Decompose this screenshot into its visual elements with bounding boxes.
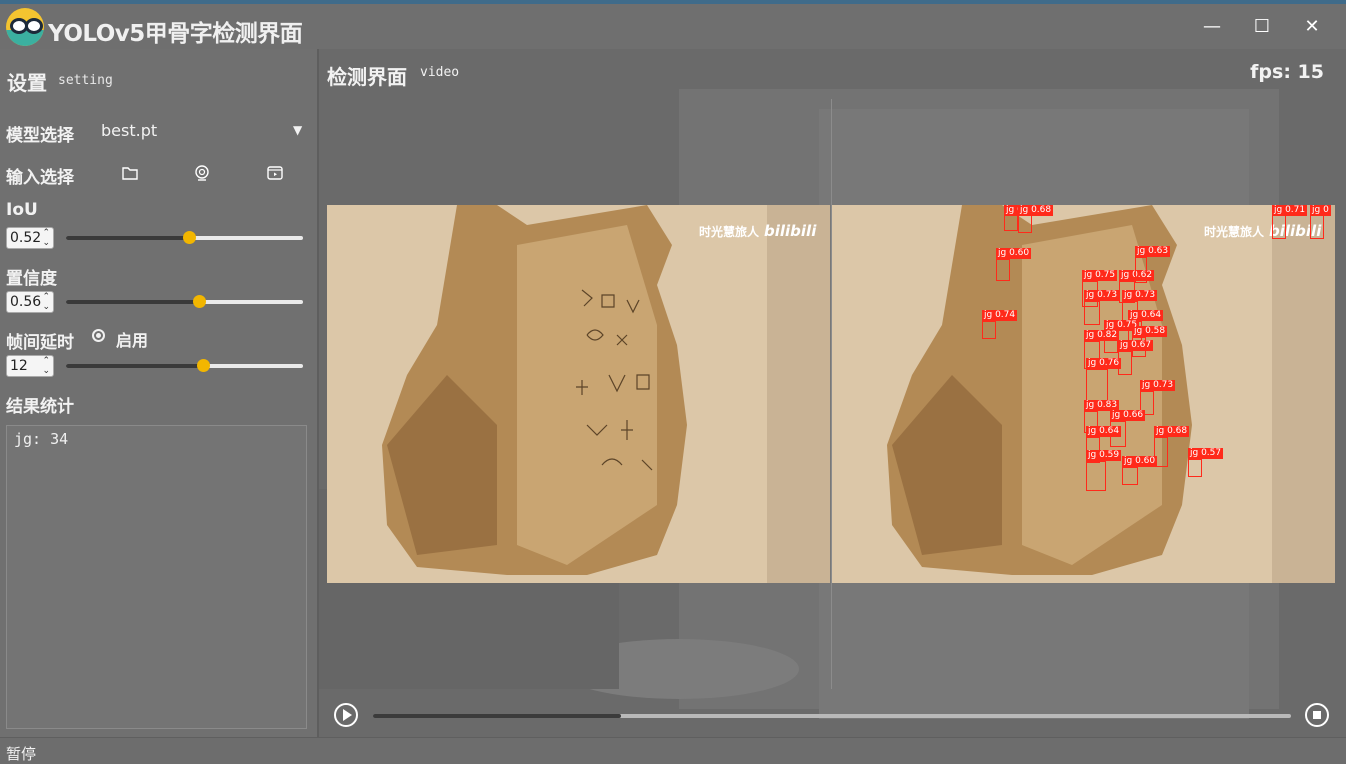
title-bar: YOLOv5甲骨字检测界面 — ☐ ✕ — [0, 4, 1346, 49]
video-progress-bar[interactable] — [373, 714, 1291, 718]
app-logo-icon — [6, 8, 44, 46]
detection-label: jg 0.59 — [1086, 450, 1122, 461]
detection-label: jg 0.73 — [1140, 380, 1176, 391]
frame-delay-slider-handle[interactable] — [197, 359, 210, 372]
video-file-icon[interactable] — [265, 163, 285, 183]
webcam-icon[interactable] — [192, 163, 212, 183]
frame-delay-label: 帧间延时 — [6, 333, 74, 353]
detection-label: jg 0.64 — [1086, 426, 1122, 437]
detection-label: jg 0.57 — [1188, 448, 1224, 459]
iou-slider[interactable] — [66, 231, 303, 244]
detection-box — [982, 321, 996, 339]
play-button[interactable] — [334, 703, 358, 727]
input-select-label: 输入选择 — [6, 168, 74, 188]
detection-label: jg 0.58 — [1132, 326, 1168, 337]
detection-label: jg 0.73 — [1084, 290, 1120, 301]
detection-label: jg 0 — [1310, 205, 1331, 216]
detected-frame: 时光慧旅人bilibili jg 0.6jg 0.68jg 0.60jg 0.7… — [832, 205, 1335, 583]
play-icon[interactable] — [343, 709, 352, 721]
spin-arrows-icon[interactable]: ⌃ ⌄ — [42, 228, 50, 248]
detection-panel: 检测界面 video fps: 15 时光慧旅人 bilibili 时光慧旅人 … — [319, 49, 1346, 737]
detection-box — [1188, 459, 1202, 477]
frame-delay-slider[interactable] — [66, 359, 303, 372]
confidence-value[interactable]: 0.56 — [10, 294, 41, 310]
spin-arrows-icon[interactable]: ⌃ ⌄ — [42, 356, 50, 376]
fps-readout: fps: 15 — [1250, 61, 1324, 83]
detection-label: jg 0.75 — [1082, 270, 1118, 281]
detection-box — [1086, 369, 1108, 403]
confidence-spinbox[interactable]: 0.56 ⌃ ⌄ — [6, 291, 54, 313]
confidence-slider[interactable] — [66, 295, 303, 308]
detection-label: jg 0.67 — [1118, 340, 1154, 351]
delay-enable-label[interactable]: 启用 — [116, 327, 148, 351]
maximize-button[interactable]: ☐ — [1244, 12, 1280, 42]
results-label: 结果统计 — [6, 397, 74, 417]
oracle-bone-image-detected — [832, 205, 1335, 583]
detection-box — [1018, 215, 1032, 233]
main-title: 检测界面 — [327, 65, 407, 89]
main-subtitle: video — [420, 65, 460, 80]
iou-label: IoU — [6, 200, 38, 220]
folder-icon[interactable] — [120, 163, 140, 183]
confidence-label: 置信度 — [6, 269, 57, 289]
detection-label: jg 0.74 — [982, 310, 1018, 321]
model-select-label: 模型选择 — [6, 126, 74, 146]
watermark: 时光慧旅人 bilibili — [1204, 222, 1322, 240]
detection-label: jg 0.63 — [1135, 246, 1171, 257]
delay-enable-radio[interactable] — [92, 329, 105, 342]
detection-label: jg 0.71 — [1272, 205, 1308, 216]
detection-box — [1086, 461, 1106, 491]
dropdown-arrow-icon[interactable]: ▼ — [293, 123, 302, 137]
detection-label: jg 0.60 — [1122, 456, 1158, 467]
iou-slider-handle[interactable] — [183, 231, 196, 244]
settings-sidebar: 设置 setting 模型选择 best.pt ▼ 输入选择 IoU 0.52 … — [0, 49, 317, 737]
oracle-bone-image — [327, 205, 830, 583]
detection-label: jg 0.76 — [1086, 358, 1122, 369]
detection-label: jg 0.68 — [1018, 205, 1054, 216]
status-text: 暂停 — [6, 745, 37, 763]
model-select-value[interactable]: best.pt — [101, 121, 157, 140]
sidebar-subtitle: setting — [58, 73, 113, 88]
frame-delay-value[interactable]: 12 — [10, 358, 28, 374]
stop-icon[interactable] — [1313, 711, 1321, 719]
spin-arrows-icon[interactable]: ⌃ ⌄ — [42, 292, 50, 312]
confidence-slider-handle[interactable] — [193, 295, 206, 308]
detection-label: jg 0.68 — [1154, 426, 1190, 437]
detection-label: jg 0.66 — [1110, 410, 1146, 421]
detection-label: jg 0.60 — [996, 248, 1032, 259]
close-button[interactable]: ✕ — [1294, 12, 1330, 42]
stop-button[interactable] — [1305, 703, 1329, 727]
detection-box — [1084, 301, 1100, 325]
detection-label: jg 0.82 — [1084, 330, 1120, 341]
frame-delay-spinbox[interactable]: 12 ⌃ ⌄ — [6, 355, 54, 377]
detection-box — [996, 259, 1010, 281]
sidebar-title: 设置 — [7, 71, 47, 95]
detection-label: jg 0.73 — [1122, 290, 1158, 301]
detection-box — [1122, 467, 1138, 485]
iou-value[interactable]: 0.52 — [10, 230, 41, 246]
iou-spinbox[interactable]: 0.52 ⌃ ⌄ — [6, 227, 54, 249]
detection-box — [1135, 257, 1147, 283]
results-text: jg: 34 — [14, 430, 69, 448]
watermark: 时光慧旅人 bilibili — [699, 222, 817, 240]
window-title: YOLOv5甲骨字检测界面 — [48, 21, 303, 47]
original-frame: 时光慧旅人 bilibili — [327, 205, 830, 583]
minimize-button[interactable]: — — [1194, 12, 1230, 42]
results-textbox[interactable]: jg: 34 — [6, 425, 307, 729]
status-bar: 暂停 — [0, 737, 1346, 764]
